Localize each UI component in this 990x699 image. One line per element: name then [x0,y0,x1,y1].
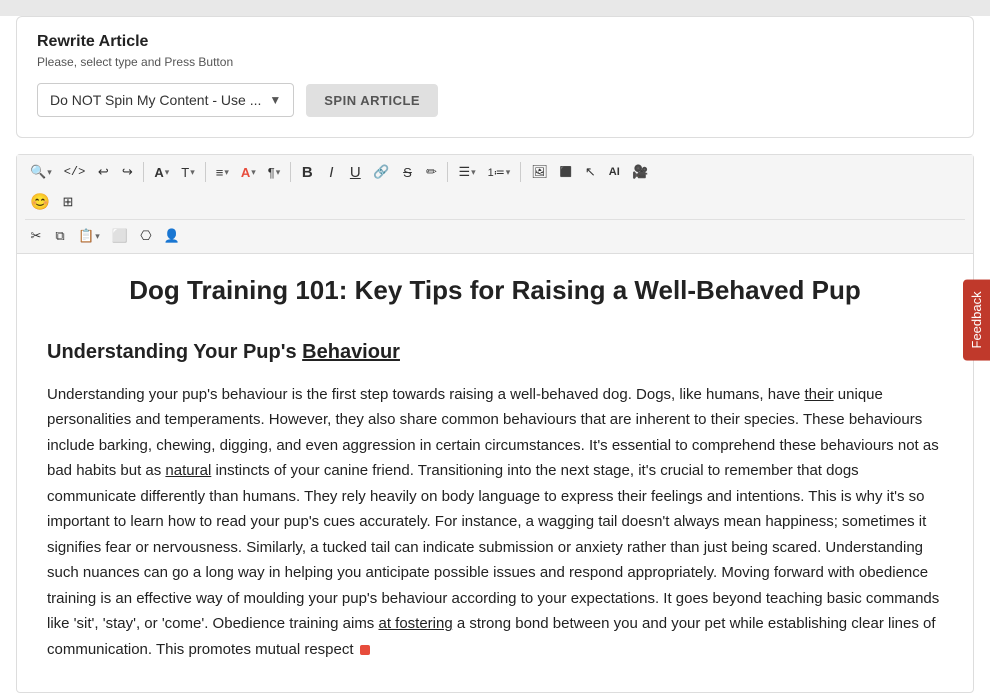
special-char-icon: ⬛ [560,167,572,178]
rewrite-controls: Do NOT Spin My Content - Use ... ▼ SPIN … [37,83,953,117]
cut-icon: ✂ [31,228,42,244]
image-button[interactable]: 🖼 [526,159,553,185]
rewrite-subtitle: Please, select type and Press Button [37,55,953,69]
highlight-button[interactable]: ✏ [420,159,442,185]
section1-paragraph: Understanding your pup's behaviour is th… [47,382,943,663]
spin-type-label: Do NOT Spin My Content - Use ... [50,92,261,108]
editor-toolbar: 🔍▾ </> ↩ ↪ A▾ T▾ ≡▾ A▾ ¶▾ B I U 🔗 S ✏ ☰▾ [17,155,973,254]
copy-button[interactable]: ⧉ [49,223,71,249]
special-char-button[interactable]: ⬛ [555,159,577,185]
paragraph-button[interactable]: ¶▾ [263,159,286,185]
bullet-list-icon: ☰ [458,164,470,180]
section1-heading: Understanding Your Pup's Behaviour [47,336,943,368]
main-container: Rewrite Article Please, select type and … [0,16,990,699]
code-button[interactable]: </> [59,159,91,185]
align-button[interactable]: ≡▾ [211,159,234,185]
numbered-list-button[interactable]: 1≔▾ [483,159,516,185]
search-caret: ▾ [47,167,52,178]
text-size-icon: T [181,165,189,180]
search-button[interactable]: 🔍▾ [25,159,57,185]
font-icon: A [154,165,163,180]
image-icon: 🖼 [531,164,548,180]
table-icon: ⊞ [62,194,73,210]
paste-button[interactable]: 📋▾ [73,223,105,249]
bullet-list-button[interactable]: ☰▾ [453,159,480,185]
toolbar-separator-1 [143,162,144,182]
bold-button[interactable]: B [296,159,318,185]
text-size-button[interactable]: T▾ [176,159,199,185]
table-button[interactable]: ⊞ [57,189,79,215]
toolbar-row-1: 🔍▾ </> ↩ ↪ A▾ T▾ ≡▾ A▾ ¶▾ B I U 🔗 S ✏ ☰▾ [25,159,965,185]
format-icon: ⎔ [140,228,151,244]
spin-type-dropdown[interactable]: Do NOT Spin My Content - Use ... ▼ [37,83,294,117]
emoji-icon: 😊 [30,192,50,212]
person-icon: 👤 [164,228,180,244]
red-marker [360,645,370,655]
article-title: Dog Training 101: Key Tips for Raising a… [47,274,943,308]
color-button[interactable]: A▾ [236,159,261,185]
paragraph-icon: ¶ [268,165,275,180]
select-icon: ⬜ [112,228,128,244]
rewrite-panel: Rewrite Article Please, select type and … [16,16,974,138]
rewrite-title: Rewrite Article [37,33,953,51]
undo-icon: ↩ [98,164,109,180]
section1-heading-text: Understanding Your Pup's Behaviour [47,341,400,363]
redo-icon: ↪ [122,164,133,180]
editor-wrapper: 🔍▾ </> ↩ ↪ A▾ T▾ ≡▾ A▾ ¶▾ B I U 🔗 S ✏ ☰▾ [16,154,974,693]
cut-button[interactable]: ✂ [25,223,47,249]
bold-icon: B [302,164,313,181]
feedback-tab[interactable]: Feedback [963,279,990,360]
italic-icon: I [329,164,333,181]
underline-button[interactable]: U [344,159,366,185]
toolbar-row-2: 😊 ⊞ [25,187,965,215]
cursor-icon: ↖ [585,164,596,180]
paste-icon: 📋 [78,228,94,244]
color-icon: A [241,165,250,180]
toolbar-separator-5 [520,162,521,182]
toolbar-row-3: ✂ ⧉ 📋▾ ⬜ ⎔ 👤 [25,219,965,249]
feedback-label: Feedback [969,291,984,348]
strikethrough-icon: S [403,165,412,180]
copy-icon: ⧉ [55,228,64,244]
select-button[interactable]: ⬜ [107,223,133,249]
numbered-list-icon: 1≔ [488,166,505,179]
dropdown-arrow-icon: ▼ [269,93,281,107]
link-icon: 🔗 [373,164,389,180]
undo-button[interactable]: ↩ [92,159,114,185]
italic-button[interactable]: I [320,159,342,185]
highlight-icon: ✏ [426,164,437,180]
link-button[interactable]: 🔗 [368,159,394,185]
ai-icon: AI [609,166,620,178]
person-button[interactable]: 👤 [159,223,185,249]
cursor-button[interactable]: ↖ [579,159,601,185]
search-icon: 🔍 [30,164,46,180]
video-button[interactable]: 🎥 [627,159,653,185]
align-icon: ≡ [216,165,224,180]
emoji-button[interactable]: 😊 [25,189,55,215]
font-button[interactable]: A▾ [149,159,174,185]
spin-article-button[interactable]: SPIN ARTICLE [306,84,438,117]
format-button[interactable]: ⎔ [135,223,157,249]
code-icon: </> [64,165,86,179]
video-icon: 🎥 [632,164,648,180]
toolbar-separator-3 [290,162,291,182]
underline-icon: U [350,164,361,181]
redo-button[interactable]: ↪ [116,159,138,185]
ai-button[interactable]: AI [603,159,625,185]
editor-content[interactable]: Dog Training 101: Key Tips for Raising a… [17,254,973,692]
strikethrough-button[interactable]: S [396,159,418,185]
toolbar-separator-4 [447,162,448,182]
toolbar-separator-2 [205,162,206,182]
